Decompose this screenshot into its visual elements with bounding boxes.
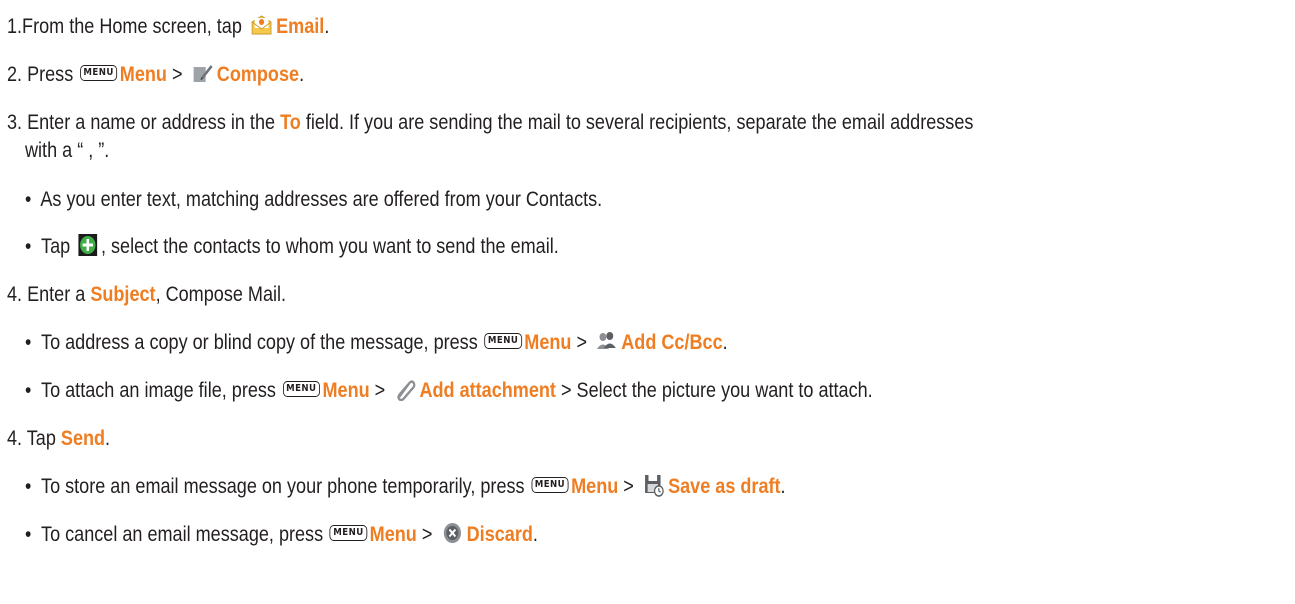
bullet-mark: • [25,475,32,498]
step-3-text: 3. Enter a name or address in the [7,111,281,134]
menu-label: Menu [571,475,619,498]
bullet-mark: • [25,379,32,402]
bullet-mark: • [25,523,32,546]
menu-label: Menu [322,379,370,402]
step-2-text: 2. Press [7,63,79,86]
step-2-gt: > [166,63,188,86]
to-field-label: To [280,111,301,134]
bullet-prefix: To cancel an email message, press [41,523,329,546]
menu-key: MENU [282,381,320,398]
discard-x-icon [441,521,463,545]
bullet-gt: > [416,523,438,546]
menu-key: MENU [531,477,569,494]
step-3-continued-text: with a “ , ”. [25,139,110,162]
bullet-prefix: To address a copy or blind copy of the m… [41,331,483,354]
step-1-text: 1.From the Home screen, tap [7,15,247,38]
step-3-continued: with a “ , ”. [25,137,109,165]
step-2: 2. Press MENU Menu > Compose. [7,61,304,89]
menu-label: Menu [119,63,167,86]
step-3: 3. Enter a name or address in the To fie… [7,109,973,137]
bullet-gt: > [571,331,593,354]
send-label: Send [60,427,106,450]
bullet-add-attachment: • To attach an image file, press MENU Men… [25,377,873,405]
bullet-end: . [532,523,538,546]
compose-label: Compose [216,63,300,86]
bullet-discard: • To cancel an email message, press MENU… [25,521,538,549]
bullet-end: . [780,475,786,498]
menu-label: Menu [369,523,417,546]
compose-icon [191,61,213,85]
step-3-rest: field. If you are sending the mail to se… [300,111,974,134]
bullet-rest: , select the contacts to whom you want t… [100,235,559,258]
bullet-end: . [722,331,728,354]
contacts-people-icon [595,329,617,353]
bullet-rest: > Select the picture you want to attach. [555,379,873,402]
bullet-save-draft: • To store an email message on your phon… [25,473,786,501]
save-as-draft-label: Save as draft [668,475,781,498]
bullet-tap-add: • Tap , select the contacts to whom you … [25,233,559,261]
step-4-text: 4. Enter a [7,283,91,306]
paperclip-icon [394,377,416,402]
bullet-prefix: Tap [41,235,76,258]
menu-label: Menu [524,331,572,354]
add-contact-plus-icon [78,234,98,257]
bullet-prefix: To attach an image file, press [41,379,281,402]
step-5-text: 4. Tap [7,427,61,450]
bullet-text: As you enter text, matching addresses ar… [40,188,603,211]
bullet-gt: > [618,475,639,498]
step-5-end: . [105,427,111,450]
add-attachment-label: Add attachment [419,379,556,402]
discard-label: Discard [466,523,533,546]
step-1: 1.From the Home screen, tap Email. [7,13,329,41]
save-draft-disk-icon [642,473,664,498]
menu-key: MENU [329,525,368,542]
bullet-prefix: To store an email message on your phone … [41,475,530,498]
menu-key: MENU [79,65,118,82]
bullet-add-cc-bcc: • To address a copy or blind copy of the… [25,329,728,357]
email-label: Email [276,15,325,38]
step-4: 4. Enter a Subject, Compose Mail. [7,281,286,309]
bullet-mark: • [25,331,32,354]
add-cc-bcc-label: Add Cc/Bcc [621,331,723,354]
step-5: 4. Tap Send. [7,425,110,453]
bullet-mark: • [25,235,32,258]
step-2-end: . [299,63,305,86]
subject-label: Subject [90,283,156,306]
bullet-matching-addresses: • As you enter text, matching addresses … [25,186,602,214]
step-1-end: . [324,15,330,38]
email-app-icon [250,13,272,37]
bullet-mark: • [25,188,32,211]
bullet-gt: > [369,379,391,402]
step-4-rest: , Compose Mail. [155,283,287,306]
menu-key: MENU [484,333,522,350]
